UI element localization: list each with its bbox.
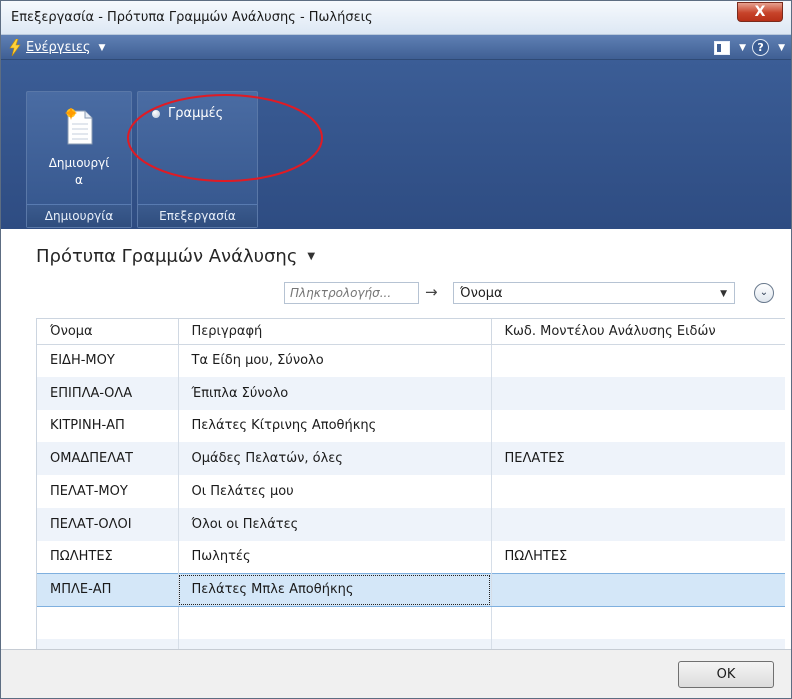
ribbon-group-create: Δημιουργί α Δημιουργία xyxy=(26,91,132,228)
data-grid: Όνομα Περιγραφή Κωδ. Μοντέλου Ανάλυσης Ε… xyxy=(36,318,785,649)
table-cell[interactable]: Ομάδες Πελατών, όλες xyxy=(178,442,492,476)
table-cell[interactable]: Όλοι οι Πελάτες xyxy=(178,507,492,541)
table-cell[interactable]: ΕΠΙΠΛΑ-ΟΛΑ xyxy=(37,376,179,410)
column-header[interactable]: Κωδ. Μοντέλου Ανάλυσης Ειδών xyxy=(491,319,785,345)
table-cell[interactable] xyxy=(178,639,492,649)
table-cell[interactable]: Οι Πελάτες μου xyxy=(178,475,492,508)
lines-button[interactable]: Γραμμές xyxy=(152,106,223,121)
data-table: Όνομα Περιγραφή Κωδ. Μοντέλου Ανάλυσης Ε… xyxy=(37,319,785,649)
chevron-down-icon: ▼ xyxy=(720,289,727,299)
table-cell[interactable] xyxy=(491,639,785,649)
table-row[interactable]: ΠΩΛΗΤΕΣ Πωλητές ΠΩΛΗΤΕΣ xyxy=(37,540,785,574)
table-cell[interactable]: ΠΕΛΑΤΕΣ xyxy=(491,442,785,476)
expand-filter-icon[interactable]: ⌄ xyxy=(754,283,774,303)
dialog-footer: OK xyxy=(1,649,791,698)
table-cell[interactable] xyxy=(491,376,785,410)
help-icon[interactable]: ? xyxy=(752,39,770,56)
table-cell-focused[interactable]: Πελάτες Μπλε Αποθήκης xyxy=(178,573,492,607)
table-cell[interactable]: ΜΠΛΕ-ΑΠ xyxy=(37,573,179,607)
window-title: Επεξεργασία - Πρότυπα Γραμμών Ανάλυσης -… xyxy=(11,10,373,25)
chevron-down-icon: ▼ xyxy=(98,42,106,53)
dialog-window: Επεξεργασία - Πρότυπα Γραμμών Ανάλυσης -… xyxy=(0,0,792,699)
table-header-row: Όνομα Περιγραφή Κωδ. Μοντέλου Ανάλυσης Ε… xyxy=(37,319,785,345)
table-row-empty[interactable] xyxy=(37,606,785,640)
table-row[interactable]: ΚΙΤΡΙΝΗ-ΑΠ Πελάτες Κίτρινης Αποθήκης xyxy=(37,409,785,443)
filter-row: → Όνομα ▼ ⌄ xyxy=(1,281,791,307)
table-cell[interactable] xyxy=(491,573,785,607)
main-content: Πρότυπα Γραμμών Ανάλυσης ▼ → Όνομα ▼ ⌄ Ό… xyxy=(1,229,791,649)
table-cell[interactable] xyxy=(491,606,785,640)
table-cell[interactable] xyxy=(491,507,785,541)
ribbon-group-caption: Επεξεργασία xyxy=(138,204,257,227)
lines-button-label: Γραμμές xyxy=(168,106,224,121)
table-cell[interactable]: Πωλητές xyxy=(178,540,492,574)
table-row-selected[interactable]: ΜΠΛΕ-ΑΠ Πελάτες Μπλε Αποθήκης xyxy=(37,573,785,607)
table-cell[interactable]: Πελάτες Κίτρινης Αποθήκης xyxy=(178,409,492,443)
table-cell[interactable]: ΕΙΔΗ-ΜΟΥ xyxy=(37,344,179,377)
table-cell[interactable]: ΠΕΛΑΤ-ΜΟΥ xyxy=(37,475,179,508)
chevron-down-icon: ▼ xyxy=(307,251,316,262)
lines-icon xyxy=(152,109,160,118)
table-row[interactable]: ΕΠΙΠΛΑ-ΟΛΑ Έπιπλα Σύνολο xyxy=(37,376,785,410)
page-title[interactable]: Πρότυπα Γραμμών Ανάλυσης ▼ xyxy=(36,246,315,267)
create-button[interactable]: Δημιουργί α xyxy=(27,92,131,204)
column-header[interactable]: Περιγραφή xyxy=(178,319,492,345)
column-header[interactable]: Όνομα xyxy=(37,319,179,345)
table-cell[interactable]: ΟΜΑΔΠΕΛΑΤ xyxy=(37,442,179,476)
table-row[interactable]: ΠΕΛΑΤ-ΜΟΥ Οι Πελάτες μου xyxy=(37,475,785,508)
ok-button[interactable]: OK xyxy=(678,661,774,688)
actions-menu-label: Ενέργειες xyxy=(26,40,91,55)
toolbar-right: ▼ ? ▼ xyxy=(714,39,785,56)
new-document-icon xyxy=(65,108,93,145)
table-cell[interactable]: ΚΙΤΡΙΝΗ-ΑΠ xyxy=(37,409,179,443)
close-button[interactable]: X xyxy=(737,2,783,22)
ribbon-group-caption: Δημιουργία xyxy=(27,204,131,227)
table-cell[interactable] xyxy=(37,639,179,649)
ribbon: Δημιουργί α Δημιουργία Γραμμές Επεξεργασ… xyxy=(1,60,791,229)
lightning-icon xyxy=(9,39,21,56)
table-cell[interactable] xyxy=(491,409,785,443)
ribbon-group-edit: Γραμμές Επεξεργασία xyxy=(137,91,258,228)
table-row[interactable]: ΠΕΛΑΤ-ΟΛΟΙ Όλοι οι Πελάτες xyxy=(37,507,785,541)
chevron-down-icon[interactable]: ▼ xyxy=(778,43,785,53)
filter-field-select[interactable]: Όνομα ▼ xyxy=(453,282,735,304)
table-cell[interactable]: Έπιπλα Σύνολο xyxy=(178,376,492,410)
create-button-label: Δημιουργί α xyxy=(48,156,110,187)
table-cell[interactable] xyxy=(491,344,785,377)
table-cell[interactable] xyxy=(37,606,179,640)
table-cell[interactable]: ΠΩΛΗΤΕΣ xyxy=(491,540,785,574)
table-row-empty[interactable] xyxy=(37,639,785,649)
table-row[interactable]: ΕΙΔΗ-ΜΟΥ Τα Είδη μου, Σύνολο xyxy=(37,344,785,377)
table-cell[interactable]: ΠΕΛΑΤ-ΟΛΟΙ xyxy=(37,507,179,541)
table-cell[interactable]: ΠΩΛΗΤΕΣ xyxy=(37,540,179,574)
layout-icon[interactable] xyxy=(714,40,731,55)
table-cell[interactable]: Τα Είδη μου, Σύνολο xyxy=(178,344,492,377)
table-row[interactable]: ΟΜΑΔΠΕΛΑΤ Ομάδες Πελατών, όλες ΠΕΛΑΤΕΣ xyxy=(37,442,785,476)
actions-bar: Ενέργειες ▼ ▼ ? ▼ xyxy=(1,35,791,60)
title-bar: Επεξεργασία - Πρότυπα Γραμμών Ανάλυσης -… xyxy=(1,1,791,35)
chevron-down-icon[interactable]: ▼ xyxy=(739,43,746,53)
arrow-right-icon: → xyxy=(425,283,438,301)
search-input[interactable] xyxy=(284,282,419,304)
table-cell[interactable] xyxy=(178,606,492,640)
actions-menu[interactable]: Ενέργειες ▼ xyxy=(9,38,105,57)
table-cell[interactable] xyxy=(491,475,785,508)
